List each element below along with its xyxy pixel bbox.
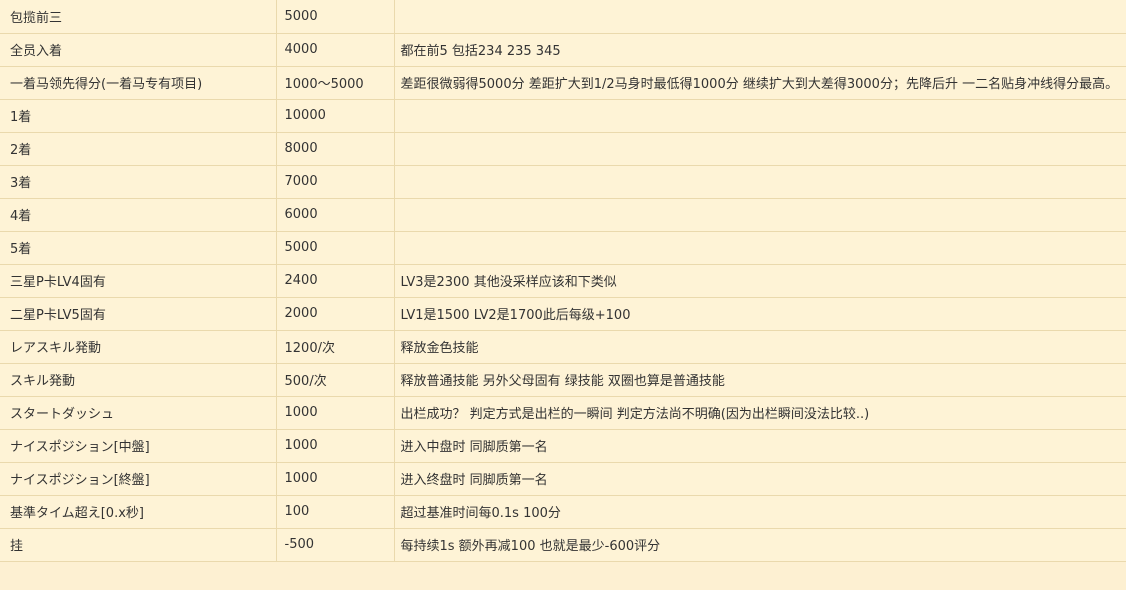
row-item-cell: 包揽前三 bbox=[0, 0, 277, 34]
row-note-cell: 出栏成功？ 判定方式是出栏的一瞬间 判定方法尚不明确(因为出栏瞬间没法比较..) bbox=[394, 396, 1126, 430]
table-row: 挂 -500 每持续1s 额外再减100 也就是最少-600评分 bbox=[0, 528, 1126, 562]
table-row: 基準タイム超え[0.x秒] 100 超过基准时间每0.1s 100分 bbox=[0, 495, 1126, 529]
row-item-cell: 三星P卡LV4固有 bbox=[0, 264, 277, 298]
row-score-cell: 1000～5000 bbox=[276, 66, 395, 100]
row-item-cell: 1着 bbox=[0, 99, 277, 133]
row-score-cell: 1000 bbox=[276, 396, 395, 430]
table-row: 4着 6000 bbox=[0, 198, 1126, 232]
table-row: レアスキル発動 1200/次 释放金色技能 bbox=[0, 330, 1126, 364]
row-score-cell: 8000 bbox=[276, 132, 395, 166]
row-note-cell bbox=[394, 132, 1126, 166]
table-row: スタートダッシュ 1000 出栏成功？ 判定方式是出栏的一瞬间 判定方法尚不明确(因… bbox=[0, 396, 1126, 430]
table-row: 一着马领先得分(一着马专有项目) 1000～5000 差距很微弱得5000分 差距扩… bbox=[0, 66, 1126, 100]
row-item-cell: 3着 bbox=[0, 165, 277, 199]
row-score-cell: 4000 bbox=[276, 33, 395, 67]
row-note-cell: 差距很微弱得5000分 差距扩大到1/2马身时最低得1000分 继续扩大到大差得… bbox=[394, 66, 1126, 100]
table-row: ナイスポジション[中盤] 1000 进入中盘时 同脚质第一名 bbox=[0, 429, 1126, 463]
table-row: スキル発動 500/次 释放普通技能 另外父母固有 绿技能 双圈也算是普通技能 bbox=[0, 363, 1126, 397]
row-item-cell: 4着 bbox=[0, 198, 277, 232]
row-note-cell: 都在前5 包括234 235 345 bbox=[394, 33, 1126, 67]
row-item-cell: 基準タイム超え[0.x秒] bbox=[0, 495, 277, 529]
row-item-cell: ナイスポジション[中盤] bbox=[0, 429, 277, 463]
table-row: 全员入着 4000 都在前5 包括234 235 345 bbox=[0, 33, 1126, 67]
row-note-cell: LV1是1500 LV2是1700此后每级+100 bbox=[394, 297, 1126, 331]
row-score-cell: 7000 bbox=[276, 165, 395, 199]
row-score-cell: 500/次 bbox=[276, 363, 395, 397]
row-score-cell: 2400 bbox=[276, 264, 395, 298]
row-item-cell: 5着 bbox=[0, 231, 277, 265]
row-note-cell: 进入中盘时 同脚质第一名 bbox=[394, 429, 1126, 463]
row-item-cell: 二星P卡LV5固有 bbox=[0, 297, 277, 331]
row-score-cell: 6000 bbox=[276, 198, 395, 232]
row-item-cell: 全员入着 bbox=[0, 33, 277, 67]
row-score-cell: 5000 bbox=[276, 231, 395, 265]
row-note-cell: 释放金色技能 bbox=[394, 330, 1126, 364]
row-item-cell: レアスキル発動 bbox=[0, 330, 277, 364]
table-row: 1着 10000 bbox=[0, 99, 1126, 133]
row-item-cell: 一着马领先得分(一着马专有项目) bbox=[0, 66, 277, 100]
table-row: 5着 5000 bbox=[0, 231, 1126, 265]
row-score-cell: 1000 bbox=[276, 429, 395, 463]
table-row: 2着 8000 bbox=[0, 132, 1126, 166]
row-note-cell: 进入终盘时 同脚质第一名 bbox=[394, 462, 1126, 496]
row-item-cell: ナイスポジション[終盤] bbox=[0, 462, 277, 496]
row-note-cell bbox=[394, 231, 1126, 265]
score-table-body: 包揽前三 5000 全员入着 4000 都在前5 包括234 235 345 一着马领先得… bbox=[0, 0, 1126, 562]
row-note-cell bbox=[394, 0, 1126, 34]
row-item-cell: スキル発動 bbox=[0, 363, 277, 397]
row-score-cell: -500 bbox=[276, 528, 395, 562]
row-note-cell bbox=[394, 99, 1126, 133]
row-score-cell: 2000 bbox=[276, 297, 395, 331]
table-row: 二星P卡LV5固有 2000 LV1是1500 LV2是1700此后每级+100 bbox=[0, 297, 1126, 331]
row-score-cell: 100 bbox=[276, 495, 395, 529]
table-row: 三星P卡LV4固有 2400 LV3是2300 其他没采样应该和下类似 bbox=[0, 264, 1126, 298]
row-item-cell: 2着 bbox=[0, 132, 277, 166]
row-note-cell: LV3是2300 其他没采样应该和下类似 bbox=[394, 264, 1126, 298]
table-row: ナイスポジション[終盤] 1000 进入终盘时 同脚质第一名 bbox=[0, 462, 1126, 496]
row-score-cell: 1200/次 bbox=[276, 330, 395, 364]
table-row: 包揽前三 5000 bbox=[0, 0, 1126, 34]
row-note-cell: 释放普通技能 另外父母固有 绿技能 双圈也算是普通技能 bbox=[394, 363, 1126, 397]
row-note-cell bbox=[394, 165, 1126, 199]
score-table: 包揽前三 5000 全员入着 4000 都在前5 包括234 235 345 一着马领先得… bbox=[0, 0, 1126, 562]
row-note-cell: 每持续1s 额外再减100 也就是最少-600评分 bbox=[394, 528, 1126, 562]
row-item-cell: 挂 bbox=[0, 528, 277, 562]
row-note-cell: 超过基准时间每0.1s 100分 bbox=[394, 495, 1126, 529]
row-note-cell bbox=[394, 198, 1126, 232]
table-row: 3着 7000 bbox=[0, 165, 1126, 199]
row-score-cell: 5000 bbox=[276, 0, 395, 34]
row-item-cell: スタートダッシュ bbox=[0, 396, 277, 430]
row-score-cell: 10000 bbox=[276, 99, 395, 133]
row-score-cell: 1000 bbox=[276, 462, 395, 496]
